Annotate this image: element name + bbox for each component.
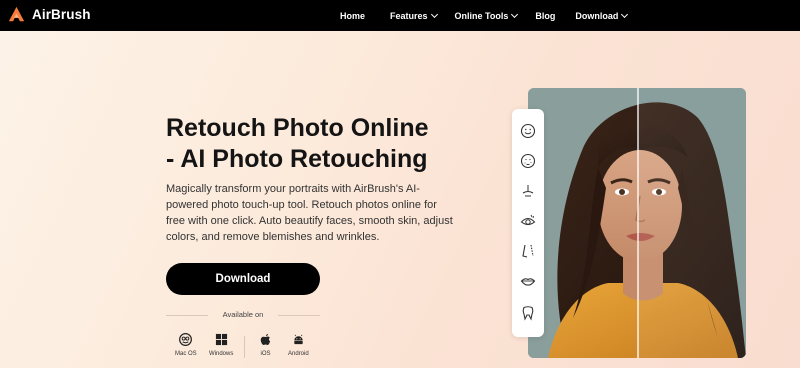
blemish-face-icon [520,153,536,169]
title-line-1: Retouch Photo Online [166,114,429,142]
apple-icon [260,333,271,345]
retouch-toolbar [512,109,544,337]
airbrush-logo-icon [8,6,25,22]
hero-description: Magically transform your portraits with … [166,183,453,243]
before-after-photo [528,88,746,358]
platform-android[interactable]: Android [288,333,309,357]
brand-name: AirBrush [32,7,91,22]
tool-eyes[interactable] [519,212,537,230]
platform-windows[interactable]: Windows [209,333,233,357]
top-nav: AirBrush Home Features Online Tools Blog… [0,0,800,31]
page-title: Retouch Photo Online - AI Photo Retouchi… [166,113,466,175]
platform-ios[interactable]: iOS [259,333,272,357]
nose-contour-icon [522,185,534,197]
android-icon [294,334,303,345]
platform-label: Mac OS [175,351,197,357]
nav-blog-label: Blog [535,10,556,21]
lips-icon [520,278,536,286]
download-button[interactable]: Download [166,263,320,295]
tool-nose[interactable] [519,182,537,200]
windows-icon [215,333,227,346]
chevron-down-icon [621,10,629,18]
platform-macos[interactable]: Mac OS [175,333,197,357]
tool-blemish[interactable] [519,152,537,170]
brand-logo[interactable]: AirBrush [8,6,91,23]
platform-label: Android [288,351,309,357]
platform-label: iOS [260,351,271,357]
chevron-down-icon [430,10,438,18]
available-on: Available on [166,309,320,321]
smile-face-icon [520,123,536,139]
nav-home-label: Home [340,10,366,21]
tool-smile[interactable] [519,122,537,140]
nav-blog[interactable]: Blog [535,11,555,21]
nav-download-label: Download [575,10,619,21]
title-line-2: - AI Photo Retouching [166,145,428,173]
face-shape-icon [522,244,534,258]
tool-teeth[interactable] [519,304,537,322]
nav-features[interactable]: Features [390,10,438,21]
eye-icon [520,214,536,226]
nav-online-tools[interactable]: Online Tools [454,10,519,21]
chevron-down-icon [511,10,519,18]
tool-face-shape[interactable] [519,242,537,260]
nav-home[interactable]: Home [340,11,365,21]
nav-download[interactable]: Download [575,10,629,21]
nav-features-label: Features [390,10,428,21]
tooth-icon [522,306,534,321]
tool-lips[interactable] [519,272,537,290]
nav-online-tools-label: Online Tools [454,10,509,21]
portrait-image [528,88,746,358]
divider [278,315,320,316]
divider [244,336,245,358]
nav-links: Home Features Online Tools Blog Download [340,0,629,31]
finder-icon [179,333,193,346]
platform-label: Windows [209,351,234,357]
